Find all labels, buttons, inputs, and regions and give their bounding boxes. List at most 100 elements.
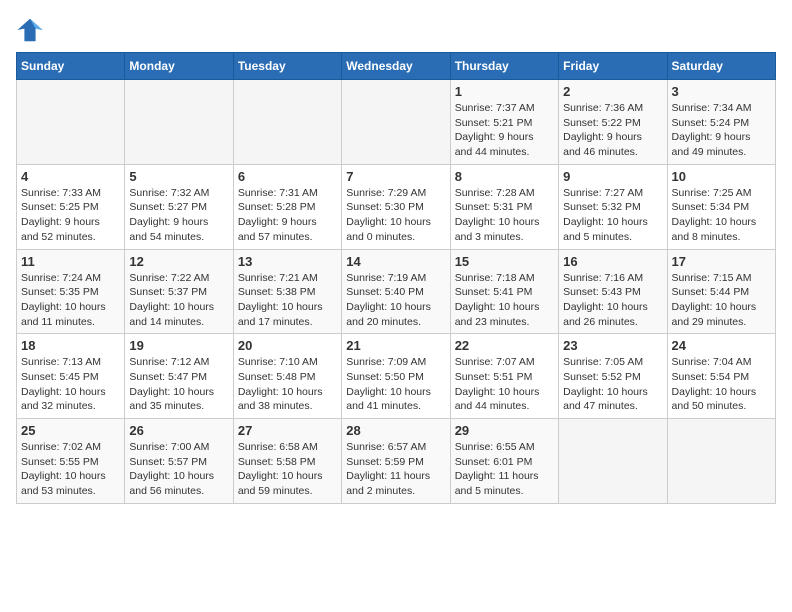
day-info: Sunrise: 7:31 AM Sunset: 5:28 PM Dayligh… xyxy=(238,186,337,245)
day-info: Sunrise: 7:00 AM Sunset: 5:57 PM Dayligh… xyxy=(129,440,228,499)
day-info: Sunrise: 6:58 AM Sunset: 5:58 PM Dayligh… xyxy=(238,440,337,499)
weekday-header-monday: Monday xyxy=(125,53,233,80)
day-number: 24 xyxy=(672,338,771,353)
day-info: Sunrise: 7:13 AM Sunset: 5:45 PM Dayligh… xyxy=(21,355,120,414)
day-number: 6 xyxy=(238,169,337,184)
day-number: 23 xyxy=(563,338,662,353)
calendar-cell: 6 Sunrise: 7:31 AM Sunset: 5:28 PM Daylig… xyxy=(233,164,341,249)
calendar-cell: 21 Sunrise: 7:09 AM Sunset: 5:50 PM Dayli… xyxy=(342,334,450,419)
day-info: Sunrise: 7:05 AM Sunset: 5:52 PM Dayligh… xyxy=(563,355,662,414)
day-info: Sunrise: 7:02 AM Sunset: 5:55 PM Dayligh… xyxy=(21,440,120,499)
day-info: Sunrise: 7:37 AM Sunset: 5:21 PM Dayligh… xyxy=(455,101,554,160)
day-info: Sunrise: 6:55 AM Sunset: 6:01 PM Dayligh… xyxy=(455,440,554,499)
calendar-cell: 5 Sunrise: 7:32 AM Sunset: 5:27 PM Daylig… xyxy=(125,164,233,249)
calendar-cell: 20 Sunrise: 7:10 AM Sunset: 5:48 PM Dayli… xyxy=(233,334,341,419)
calendar-cell: 3 Sunrise: 7:34 AM Sunset: 5:24 PM Daylig… xyxy=(667,80,775,165)
day-info: Sunrise: 7:09 AM Sunset: 5:50 PM Dayligh… xyxy=(346,355,445,414)
day-info: Sunrise: 7:36 AM Sunset: 5:22 PM Dayligh… xyxy=(563,101,662,160)
weekday-row: SundayMondayTuesdayWednesdayThursdayFrid… xyxy=(17,53,776,80)
calendar-cell: 1 Sunrise: 7:37 AM Sunset: 5:21 PM Daylig… xyxy=(450,80,558,165)
day-number: 12 xyxy=(129,254,228,269)
day-info: Sunrise: 6:57 AM Sunset: 5:59 PM Dayligh… xyxy=(346,440,445,499)
day-number: 26 xyxy=(129,423,228,438)
day-info: Sunrise: 7:28 AM Sunset: 5:31 PM Dayligh… xyxy=(455,186,554,245)
day-number: 20 xyxy=(238,338,337,353)
day-number: 22 xyxy=(455,338,554,353)
calendar-cell: 4Sunrise: 7:33 AM Sunset: 5:25 PM Daylig… xyxy=(17,164,125,249)
weekday-header-friday: Friday xyxy=(559,53,667,80)
calendar-cell: 17Sunrise: 7:15 AM Sunset: 5:44 PM Dayli… xyxy=(667,249,775,334)
day-info: Sunrise: 7:18 AM Sunset: 5:41 PM Dayligh… xyxy=(455,271,554,330)
day-number: 8 xyxy=(455,169,554,184)
calendar-cell: 29Sunrise: 6:55 AM Sunset: 6:01 PM Dayli… xyxy=(450,419,558,504)
calendar-week-2: 4Sunrise: 7:33 AM Sunset: 5:25 PM Daylig… xyxy=(17,164,776,249)
weekday-header-saturday: Saturday xyxy=(667,53,775,80)
calendar-week-4: 18 Sunrise: 7:13 AM Sunset: 5:45 PM Dayli… xyxy=(17,334,776,419)
calendar-cell: 8 Sunrise: 7:28 AM Sunset: 5:31 PM Daylig… xyxy=(450,164,558,249)
calendar-cell: 7 Sunrise: 7:29 AM Sunset: 5:30 PM Daylig… xyxy=(342,164,450,249)
calendar-cell xyxy=(667,419,775,504)
calendar-cell: 11Sunrise: 7:24 AM Sunset: 5:35 PM Dayli… xyxy=(17,249,125,334)
calendar-cell xyxy=(17,80,125,165)
day-info: Sunrise: 7:21 AM Sunset: 5:38 PM Dayligh… xyxy=(238,271,337,330)
day-number: 5 xyxy=(129,169,228,184)
day-number: 10 xyxy=(672,169,771,184)
day-number: 14 xyxy=(346,254,445,269)
calendar-cell: 14 Sunrise: 7:19 AM Sunset: 5:40 PM Dayli… xyxy=(342,249,450,334)
calendar-table: SundayMondayTuesdayWednesdayThursdayFrid… xyxy=(16,52,776,504)
calendar-cell: 2Sunrise: 7:36 AM Sunset: 5:22 PM Daylig… xyxy=(559,80,667,165)
day-info: Sunrise: 7:04 AM Sunset: 5:54 PM Dayligh… xyxy=(672,355,771,414)
day-number: 7 xyxy=(346,169,445,184)
day-number: 19 xyxy=(129,338,228,353)
calendar-cell: 9 Sunrise: 7:27 AM Sunset: 5:32 PM Daylig… xyxy=(559,164,667,249)
day-number: 18 xyxy=(21,338,120,353)
calendar-cell xyxy=(342,80,450,165)
day-number: 9 xyxy=(563,169,662,184)
calendar-cell: 22 Sunrise: 7:07 AM Sunset: 5:51 PM Dayli… xyxy=(450,334,558,419)
day-info: Sunrise: 7:16 AM Sunset: 5:43 PM Dayligh… xyxy=(563,271,662,330)
day-info: Sunrise: 7:33 AM Sunset: 5:25 PM Dayligh… xyxy=(21,186,120,245)
day-info: Sunrise: 7:27 AM Sunset: 5:32 PM Dayligh… xyxy=(563,186,662,245)
calendar-cell xyxy=(125,80,233,165)
day-info: Sunrise: 7:19 AM Sunset: 5:40 PM Dayligh… xyxy=(346,271,445,330)
calendar-cell: 18 Sunrise: 7:13 AM Sunset: 5:45 PM Dayli… xyxy=(17,334,125,419)
day-number: 25 xyxy=(21,423,120,438)
day-info: Sunrise: 7:32 AM Sunset: 5:27 PM Dayligh… xyxy=(129,186,228,245)
calendar-cell: 15 Sunrise: 7:18 AM Sunset: 5:41 PM Dayli… xyxy=(450,249,558,334)
calendar-cell: 19 Sunrise: 7:12 AM Sunset: 5:47 PM Dayli… xyxy=(125,334,233,419)
day-info: Sunrise: 7:29 AM Sunset: 5:30 PM Dayligh… xyxy=(346,186,445,245)
day-info: Sunrise: 7:24 AM Sunset: 5:35 PM Dayligh… xyxy=(21,271,120,330)
day-info: Sunrise: 7:15 AM Sunset: 5:44 PM Dayligh… xyxy=(672,271,771,330)
day-number: 15 xyxy=(455,254,554,269)
calendar-cell: 26 Sunrise: 7:00 AM Sunset: 5:57 PM Dayli… xyxy=(125,419,233,504)
weekday-header-thursday: Thursday xyxy=(450,53,558,80)
calendar-cell: 27Sunrise: 6:58 AM Sunset: 5:58 PM Dayli… xyxy=(233,419,341,504)
calendar-cell: 10 Sunrise: 7:25 AM Sunset: 5:34 PM Dayli… xyxy=(667,164,775,249)
day-number: 13 xyxy=(238,254,337,269)
calendar-cell: 23 Sunrise: 7:05 AM Sunset: 5:52 PM Dayli… xyxy=(559,334,667,419)
day-number: 3 xyxy=(672,84,771,99)
calendar-header: SundayMondayTuesdayWednesdayThursdayFrid… xyxy=(17,53,776,80)
weekday-header-sunday: Sunday xyxy=(17,53,125,80)
weekday-header-tuesday: Tuesday xyxy=(233,53,341,80)
calendar-week-1: 1 Sunrise: 7:37 AM Sunset: 5:21 PM Daylig… xyxy=(17,80,776,165)
calendar-cell: 12Sunrise: 7:22 AM Sunset: 5:37 PM Dayli… xyxy=(125,249,233,334)
day-info: Sunrise: 7:25 AM Sunset: 5:34 PM Dayligh… xyxy=(672,186,771,245)
calendar-week-5: 25 Sunrise: 7:02 AM Sunset: 5:55 PM Dayli… xyxy=(17,419,776,504)
calendar-cell xyxy=(559,419,667,504)
calendar-cell: 16 Sunrise: 7:16 AM Sunset: 5:43 PM Dayli… xyxy=(559,249,667,334)
day-info: Sunrise: 7:10 AM Sunset: 5:48 PM Dayligh… xyxy=(238,355,337,414)
weekday-header-wednesday: Wednesday xyxy=(342,53,450,80)
logo xyxy=(16,16,48,44)
day-number: 16 xyxy=(563,254,662,269)
calendar-cell: 13 Sunrise: 7:21 AM Sunset: 5:38 PM Dayli… xyxy=(233,249,341,334)
day-info: Sunrise: 7:12 AM Sunset: 5:47 PM Dayligh… xyxy=(129,355,228,414)
page-header xyxy=(16,16,776,44)
calendar-week-3: 11Sunrise: 7:24 AM Sunset: 5:35 PM Dayli… xyxy=(17,249,776,334)
logo-icon xyxy=(16,16,44,44)
day-info: Sunrise: 7:34 AM Sunset: 5:24 PM Dayligh… xyxy=(672,101,771,160)
day-number: 21 xyxy=(346,338,445,353)
day-info: Sunrise: 7:07 AM Sunset: 5:51 PM Dayligh… xyxy=(455,355,554,414)
calendar-cell: 25 Sunrise: 7:02 AM Sunset: 5:55 PM Dayli… xyxy=(17,419,125,504)
day-number: 1 xyxy=(455,84,554,99)
